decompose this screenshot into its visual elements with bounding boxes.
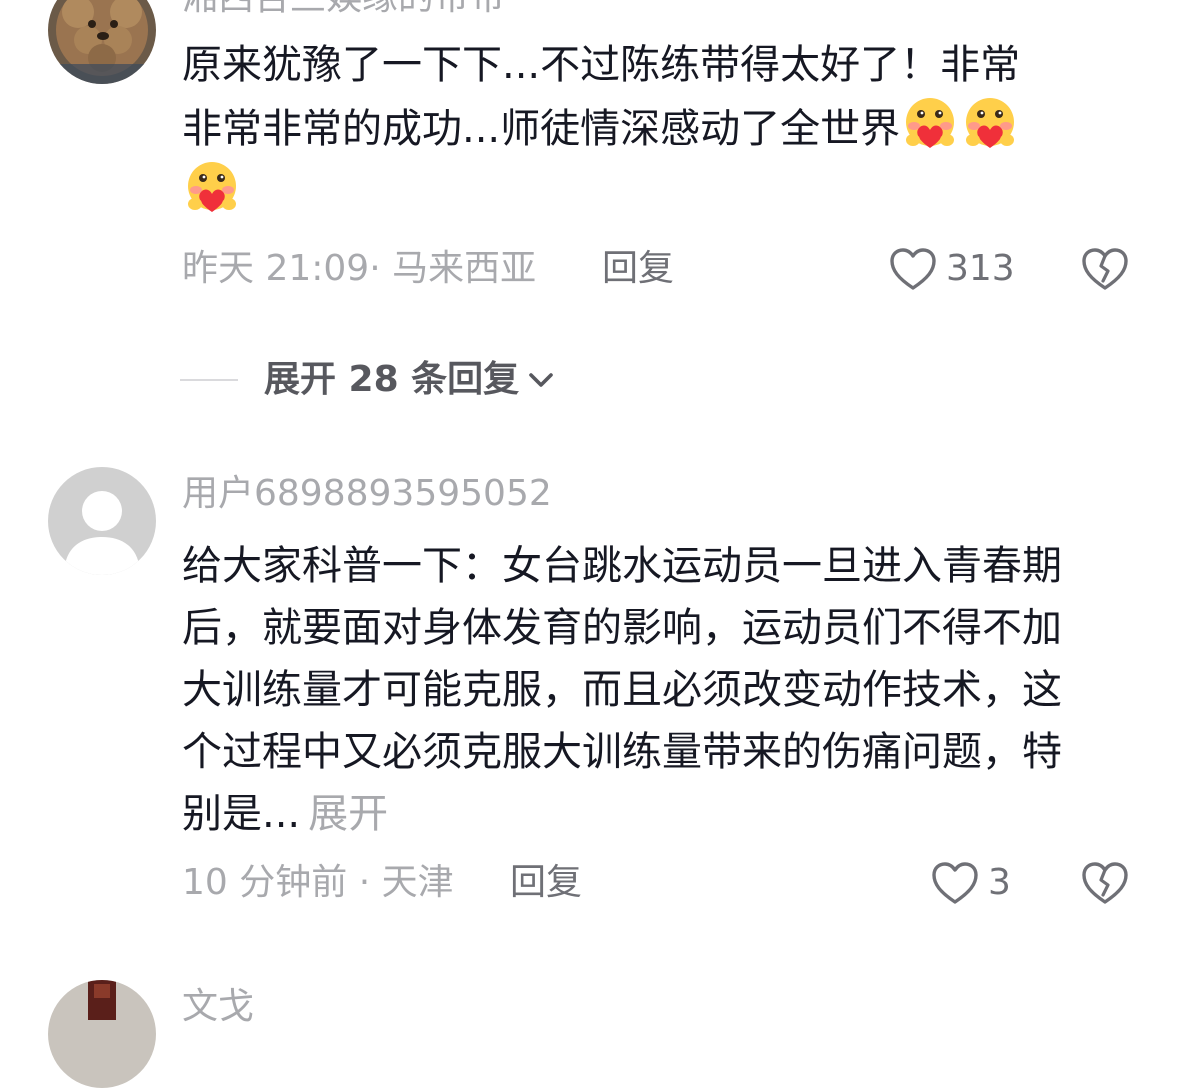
avatar[interactable] bbox=[48, 0, 156, 84]
heart-outline-icon bbox=[890, 248, 936, 290]
avatar[interactable] bbox=[48, 980, 156, 1088]
heart-hug-emoji-icon bbox=[966, 98, 1015, 148]
comment-meta: 昨天 21:09· 马来西亚 bbox=[182, 248, 537, 289]
comment-text-line bbox=[182, 160, 1122, 224]
comment-username[interactable]: 用户6898893595052 bbox=[182, 472, 552, 516]
avatar[interactable] bbox=[48, 467, 156, 575]
comment-text-line: 非常非常的成功...师徒情深感动了全世界 bbox=[182, 96, 1122, 160]
reply-button[interactable]: 回复 bbox=[510, 858, 582, 908]
like-button[interactable]: 313 bbox=[888, 244, 1015, 294]
comment-username[interactable]: 文戈 bbox=[182, 985, 254, 1029]
expand-replies-button[interactable]: 展开 28 条回复 bbox=[180, 355, 557, 405]
chevron-down-icon bbox=[529, 373, 553, 387]
heart-hug-emoji-icon bbox=[188, 162, 236, 212]
broken-heart-icon bbox=[1082, 862, 1128, 904]
like-button[interactable]: 3 bbox=[930, 858, 1011, 908]
like-count: 3 bbox=[988, 862, 1011, 903]
broken-heart-icon bbox=[1082, 248, 1128, 290]
reply-button[interactable]: 回复 bbox=[602, 244, 674, 294]
like-count: 313 bbox=[946, 248, 1015, 289]
comment-username[interactable]: 湘西吉兰娱缘的带带 bbox=[182, 0, 506, 20]
divider-line bbox=[180, 379, 238, 381]
comment-text-line: 原来犹豫了一下下...不过陈练带得太好了！非常 bbox=[182, 42, 1021, 88]
comment-text: 原来犹豫了一下下...不过陈练带得太好了！非常 非常非常的成功...师徒情深感动… bbox=[182, 34, 1122, 224]
comment-text: 给大家科普一下：女台跳水运动员一旦进入青春期后，就要面对身体发育的影响，运动员们… bbox=[182, 535, 1094, 845]
heart-outline-icon bbox=[932, 862, 978, 904]
expand-text-button[interactable]: 展开 bbox=[308, 791, 388, 837]
heart-hug-emoji-icon bbox=[906, 98, 955, 148]
expand-replies-label: 展开 28 条回复 bbox=[264, 359, 520, 400]
comment-text-segment: 非常非常的成功...师徒情深感动了全世界 bbox=[182, 106, 901, 152]
comment-meta: 10 分钟前 · 天津 bbox=[182, 862, 454, 903]
dislike-button[interactable] bbox=[1080, 244, 1130, 294]
dislike-button[interactable] bbox=[1080, 858, 1130, 908]
